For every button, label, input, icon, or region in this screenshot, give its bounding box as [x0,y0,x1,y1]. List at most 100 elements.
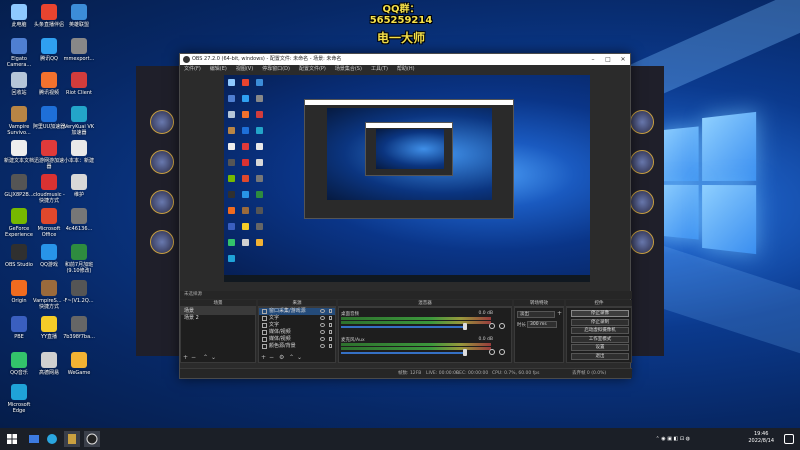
lock-icon[interactable] [329,309,332,313]
menu-item[interactable]: 文件(F) [184,66,201,72]
menu-item[interactable]: 停靠窗口(D) [262,66,290,72]
remove-scene-icon[interactable]: − [191,354,196,361]
menu-item[interactable]: 场景集合(S) [335,66,362,72]
move-down-icon[interactable]: ⌄ [297,354,302,361]
add-transition-icon[interactable]: + [557,310,562,317]
visibility-eye-icon[interactable] [320,316,325,320]
obs-titlebar[interactable]: OBS 27.2.0 (64-bit, windows) - 配置文件: 未命名… [180,54,630,65]
control-button[interactable]: 退出 [571,353,629,360]
control-button[interactable]: 停止录像 [571,310,629,317]
desktop-icon[interactable]: 新建文本文档 [2,140,36,164]
menu-item[interactable]: 编辑(E) [210,66,227,72]
desktop-icon[interactable]: 此电脑 [2,4,36,28]
desktop-icon[interactable]: 高德网易 [32,352,66,376]
desktop-icon[interactable]: 7b398f7ba... [62,316,96,340]
start-button[interactable] [4,431,20,447]
tray-icons[interactable]: ⌃ ◉ ▣ ◧ ⊡ ◍ [656,428,691,450]
desktop-icon[interactable]: F~(V1.2Q... [62,280,96,304]
close-icon[interactable]: ✕ [616,54,630,65]
volume-fader[interactable] [341,326,465,328]
visibility-eye-icon[interactable] [320,337,325,341]
source-item[interactable]: 媒体/视频 [259,336,335,343]
desktop-icon[interactable]: VeryKuai VK加速器 [62,106,96,136]
lock-icon[interactable] [329,316,332,320]
desktop-icon[interactable]: WeGame [62,352,96,376]
desktop-icon[interactable]: Elgato Camera... [2,38,36,68]
source-settings-icon[interactable]: ⚙ [279,354,284,361]
move-up-icon[interactable]: ⌃ [203,354,208,361]
visibility-eye-icon[interactable] [320,330,325,334]
desktop-icon[interactable]: 维护 [62,174,96,198]
game-client-taskbar-icon[interactable] [64,431,80,447]
champion-icon[interactable] [150,150,174,174]
menu-item[interactable]: 工具(T) [371,66,388,72]
scene-item[interactable]: 场景 [181,308,255,315]
control-button[interactable]: 设置 [571,344,629,352]
desktop-icon[interactable]: mmexport... [62,38,96,62]
desktop-icon[interactable]: 4c46136... [62,208,96,232]
obs-window[interactable]: OBS 27.2.0 (64-bit, windows) - 配置文件: 未命名… [179,53,632,379]
minimize-icon[interactable]: – [586,54,600,65]
move-down-icon[interactable]: ⌄ [211,354,216,361]
source-item[interactable]: 颜色源/背景 [259,343,335,350]
add-scene-icon[interactable]: + [183,354,188,361]
source-item[interactable]: 窗口采集/游戏源 [259,308,335,315]
lock-icon[interactable] [329,330,332,334]
lock-icon[interactable] [329,344,332,348]
remove-source-icon[interactable]: − [269,354,274,361]
maximize-icon[interactable]: □ [601,54,615,65]
champion-icon[interactable] [150,110,174,134]
gear-icon[interactable] [499,323,505,329]
move-up-icon[interactable]: ⌃ [289,354,294,361]
source-item[interactable]: 媒体/视频 [259,329,335,336]
desktop-icon[interactable]: 英雄联盟 [62,4,96,28]
control-button[interactable]: 停止录制 [571,318,629,326]
source-item[interactable]: 文字 [259,322,335,329]
champion-icon[interactable] [150,230,174,254]
desktop-icon[interactable]: 头条直播伴侣 [32,4,66,28]
obs-taskbar-icon[interactable] [84,431,100,447]
desktop-icon[interactable]: 和前7月加班(9.10修改) [62,244,96,274]
champion-icon[interactable] [630,190,654,214]
add-source-icon[interactable]: + [261,354,266,361]
fader-handle[interactable] [463,349,467,356]
gear-icon[interactable] [499,349,505,355]
desktop-icon[interactable]: VampireS... - 快捷方式 [32,280,66,310]
desktop-icon[interactable]: 腾讯QQ [32,38,66,62]
lock-icon[interactable] [329,323,332,327]
desktop-icon[interactable]: 腾讯视频 [32,72,66,96]
transition-select[interactable]: 淡出 [517,311,555,318]
lock-icon[interactable] [329,337,332,341]
menu-item[interactable]: 配置文件(P) [299,66,326,72]
file-explorer-icon[interactable] [26,431,42,447]
taskbar-clock[interactable]: 19:46 2022/8/14 [748,431,774,445]
desktop-icon[interactable]: GeForce Experience [2,208,36,238]
champion-icon[interactable] [630,150,654,174]
speaker-icon[interactable] [489,323,495,329]
scene-item[interactable]: 场景 2 [181,315,255,322]
notification-icon[interactable] [784,434,794,444]
desktop-icon[interactable]: 小本本：新建 [62,140,96,164]
desktop-icon[interactable]: GLJX8P2B... [2,174,36,198]
source-item[interactable]: 文字 [259,315,335,322]
edge-icon[interactable] [44,431,60,447]
desktop-icon[interactable]: Riot Client [62,72,96,96]
desktop-icon[interactable]: 阿里UU加速器 [32,106,66,130]
desktop-icon[interactable]: Origin [2,280,36,304]
champion-icon[interactable] [630,110,654,134]
volume-fader[interactable] [341,352,465,354]
speaker-icon[interactable] [489,349,495,355]
desktop-icon[interactable]: Microsoft Edge [2,384,36,414]
desktop-icon[interactable]: QQ游戏 [32,244,66,268]
champion-icon[interactable] [630,230,654,254]
desktop-icon[interactable]: OBS Studio [2,244,36,268]
menu-item[interactable]: 视图(V) [236,66,253,72]
champion-icon[interactable] [150,190,174,214]
desktop-icon[interactable]: cloudmusic - 快捷方式 [32,174,66,204]
desktop-icon[interactable]: PBE [2,316,36,340]
desktop-icon[interactable]: QQ音乐 [2,352,36,376]
fader-handle[interactable] [463,323,467,330]
desktop-icon[interactable]: 迅游网游加速器 [32,140,66,170]
desktop-icon[interactable]: 回收站 [2,72,36,96]
desktop-icon[interactable]: Microsoft Office [32,208,66,238]
